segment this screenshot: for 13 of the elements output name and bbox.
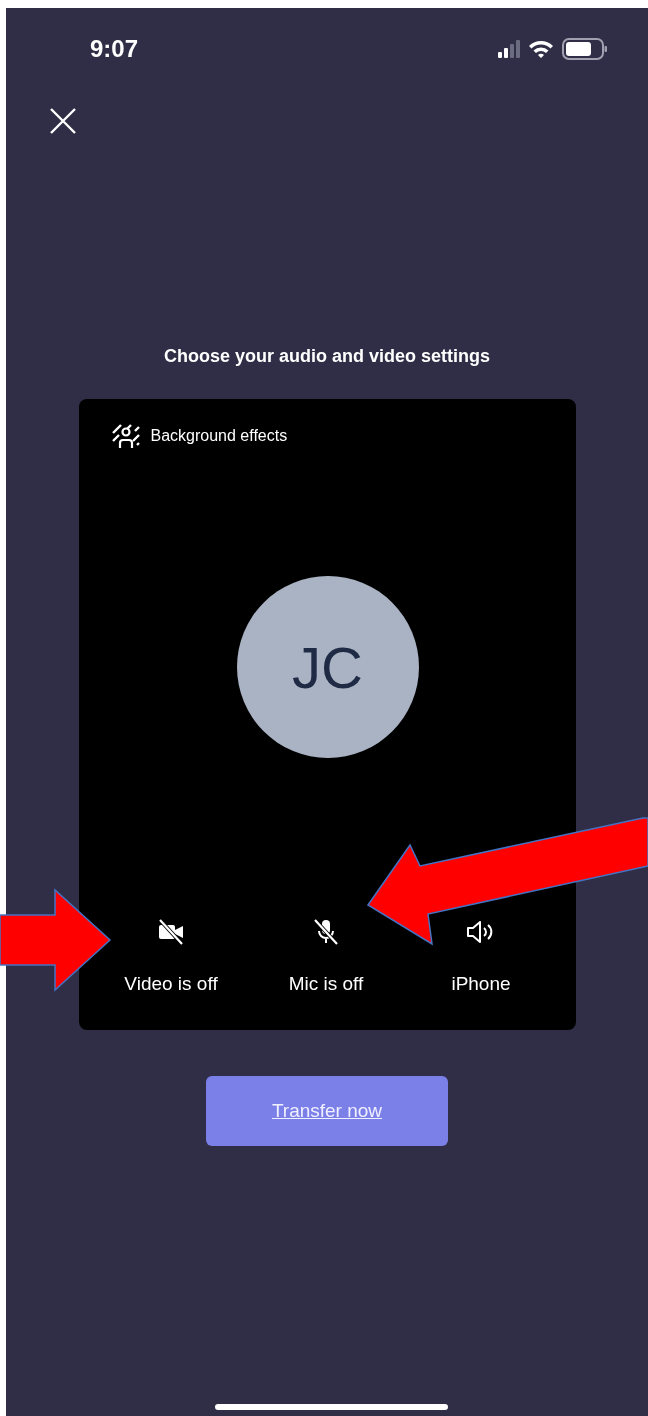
close-icon[interactable]	[50, 108, 76, 134]
control-label: Mic is off	[288, 973, 364, 995]
mic-off-icon[interactable]	[311, 917, 341, 947]
wifi-icon	[528, 39, 554, 59]
background-effects-link[interactable]: Background effects	[150, 427, 288, 445]
settings-title: Choose your audio and video settings	[163, 346, 490, 367]
control-label: iPhone	[451, 973, 511, 995]
battery-icon	[562, 38, 608, 60]
signal-icon	[498, 39, 520, 59]
control-label: Video is off	[124, 973, 218, 995]
background-effects-icon[interactable]	[110, 423, 141, 449]
avatar-initials: JC	[236, 576, 419, 758]
status-time: 9:07	[90, 35, 139, 63]
